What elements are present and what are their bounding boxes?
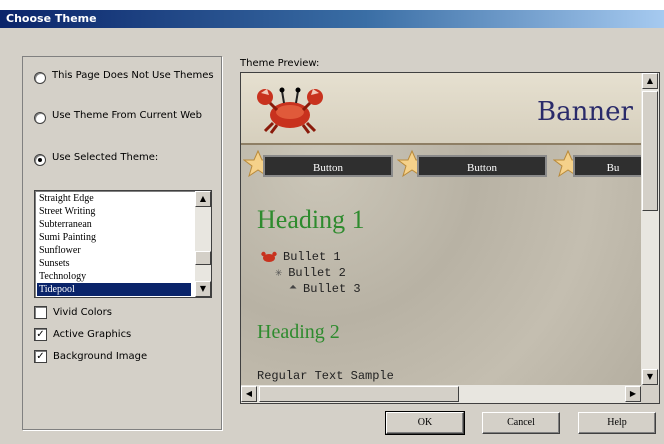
radio-no-themes-dot[interactable] (34, 72, 46, 84)
preview-vertical-scrollbar[interactable]: ▲ ▼ (641, 73, 659, 385)
radio-current-web-dot[interactable] (34, 112, 46, 124)
preview-bullet-list: Bullet 1 ✳ Bullet 2 ⏶ Bullet 3 (261, 249, 361, 297)
preview-heading-1: Heading 1 (257, 205, 365, 234)
preview-banner-text: Banner (537, 97, 633, 127)
list-item[interactable]: Sunsets (37, 257, 191, 270)
radio-selected-theme-dot[interactable] (34, 154, 46, 166)
background-image-box[interactable]: ✓ (34, 350, 47, 363)
scrollbar-corner (641, 385, 659, 403)
arrow-down-icon[interactable]: ▼ (195, 281, 211, 297)
vivid-colors-checkbox[interactable]: Vivid Colors (34, 306, 112, 319)
list-item[interactable]: Sumi Painting (37, 231, 191, 244)
preview-horizontal-scrollbar[interactable]: ◀ ▶ (241, 385, 641, 403)
radio-selected-theme-label: Use Selected Theme: (52, 152, 159, 163)
radio-current-web-label: Use Theme From Current Web (52, 110, 203, 121)
radio-no-themes-label: This Page Does Not Use Themes (52, 70, 214, 81)
list-item: ⏶ Bullet 3 (261, 281, 361, 297)
list-scroll-thumb[interactable] (195, 251, 211, 265)
sea-star-bullet-icon: ✳ (275, 266, 283, 280)
active-graphics-checkbox[interactable]: ✓ Active Graphics (34, 328, 131, 341)
list-item: Bullet 1 (261, 249, 361, 265)
theme-listbox[interactable]: Straight Edge Street Writing Subterranea… (34, 190, 212, 298)
preview-hscroll-thumb[interactable] (259, 386, 459, 402)
radio-no-themes[interactable]: This Page Does Not Use Themes (34, 70, 214, 84)
crab-bullet-icon (261, 251, 277, 262)
preview-nav-button: Button (417, 155, 547, 177)
list-item-selected[interactable]: Tidepool (37, 283, 191, 296)
shell-bullet-icon: ⏶ (289, 283, 297, 294)
list-item[interactable]: Sunflower (37, 244, 191, 257)
arrow-up-icon[interactable]: ▲ (642, 73, 658, 89)
list-item[interactable]: Straight Edge (37, 192, 191, 205)
theme-preview-pane: Banner Button Button Bu Heading 1 Bullet… (240, 72, 660, 404)
preview-nav-button: Button (263, 155, 393, 177)
preview-vscroll-thumb[interactable] (642, 91, 658, 211)
radio-selected-theme[interactable]: Use Selected Theme: (34, 152, 214, 166)
cancel-button[interactable]: Cancel (482, 412, 560, 434)
preview-canvas: Banner Button Button Bu Heading 1 Bullet… (241, 73, 641, 385)
arrow-up-icon[interactable]: ▲ (195, 191, 211, 207)
list-item[interactable]: Technology (37, 270, 191, 283)
preview-heading-2: Heading 2 (257, 321, 340, 343)
help-button[interactable]: Help (578, 412, 656, 434)
background-image-label: Background Image (53, 351, 148, 362)
arrow-left-icon[interactable]: ◀ (241, 386, 257, 402)
arrow-right-icon[interactable]: ▶ (625, 386, 641, 402)
list-item[interactable]: Subterranean (37, 218, 191, 231)
choose-theme-dialog: Choose Theme This Page Does Not Use Them… (0, 10, 664, 444)
list-item: ✳ Bullet 2 (261, 265, 361, 281)
bullet-3-text: Bullet 3 (303, 282, 361, 296)
preview-nav-bar: Button Button Bu (241, 149, 641, 185)
ok-button[interactable]: OK (385, 411, 465, 435)
arrow-down-icon[interactable]: ▼ (642, 369, 658, 385)
vivid-colors-label: Vivid Colors (53, 307, 112, 318)
radio-current-web[interactable]: Use Theme From Current Web (34, 110, 214, 124)
bullet-2-text: Bullet 2 (288, 266, 346, 280)
preview-nav-button: Bu (573, 155, 641, 177)
theme-list-items: Straight Edge Street Writing Subterranea… (37, 192, 191, 296)
window-title: Choose Theme (0, 10, 664, 28)
crab-icon (257, 87, 323, 134)
active-graphics-box[interactable]: ✓ (34, 328, 47, 341)
background-image-checkbox[interactable]: ✓ Background Image (34, 350, 147, 363)
bullet-1-text: Bullet 1 (283, 250, 341, 264)
list-vertical-scrollbar[interactable]: ▲ ▼ (195, 191, 211, 297)
vivid-colors-box[interactable] (34, 306, 47, 319)
preview-regular-text: Regular Text Sample (257, 369, 394, 383)
active-graphics-label: Active Graphics (53, 329, 132, 340)
list-item[interactable]: Street Writing (37, 205, 191, 218)
theme-preview-label: Theme Preview: (240, 58, 320, 69)
